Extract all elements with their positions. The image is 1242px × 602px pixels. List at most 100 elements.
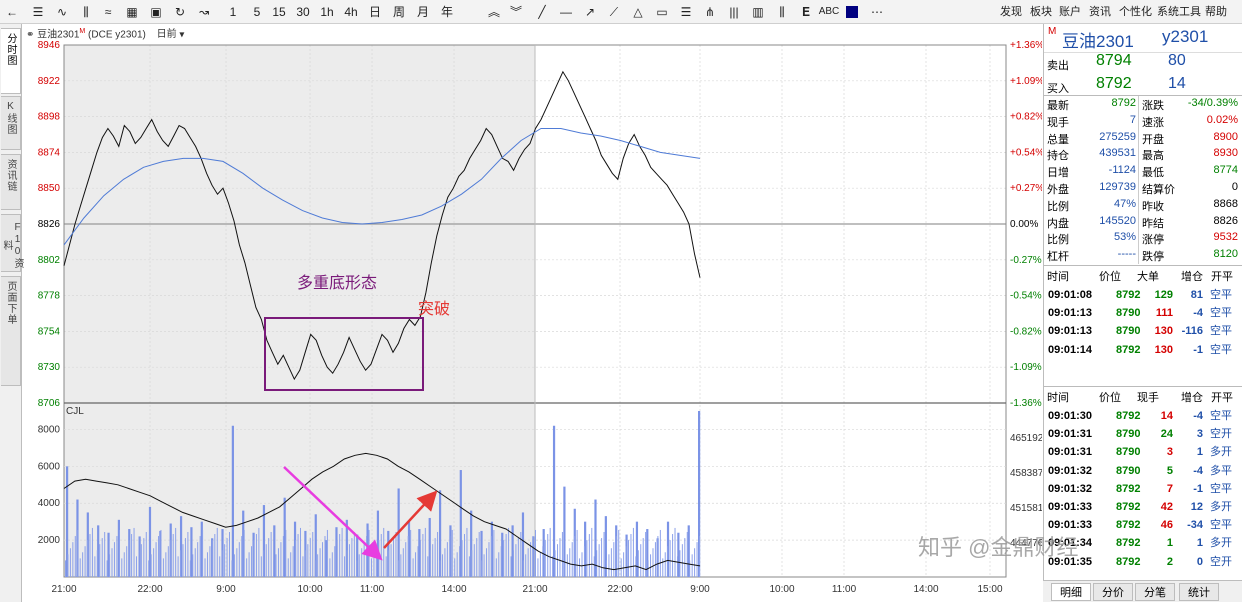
text-tool-icon[interactable]: 𝐄	[798, 3, 814, 21]
timeframe-1[interactable]: 5	[246, 3, 268, 21]
volume-bar-minor	[669, 540, 671, 577]
tick-header: 大单	[1137, 271, 1159, 283]
segment-tool-icon[interactable]: ⟋	[606, 3, 622, 21]
menu-4[interactable]: 个性化	[1119, 3, 1152, 21]
left-tab-1[interactable]: K线图	[1, 96, 21, 150]
timeframe-6[interactable]: 日	[364, 3, 386, 21]
volume-bar-minor	[566, 554, 568, 577]
menu-1[interactable]: 板块	[1030, 3, 1052, 21]
volume-bar-minor	[91, 527, 93, 577]
oi-tick-label: 451581	[1010, 503, 1042, 514]
bottom-tab-3[interactable]: 统计	[1179, 583, 1219, 601]
bars-tool-icon[interactable]: |||	[726, 3, 742, 21]
left-tab-3[interactable]: F10资料	[1, 214, 23, 272]
volume-bar-minor	[297, 534, 299, 577]
left-tab-4[interactable]: 页面下单	[1, 276, 21, 386]
volume-bar-minor	[224, 544, 226, 577]
left-tab-2[interactable]: 资讯链	[1, 154, 21, 210]
volume-bar-minor	[625, 546, 627, 577]
panel-contract-name: 豆油2301	[1062, 32, 1134, 51]
volume-bar-minor	[167, 546, 169, 577]
period-select[interactable]: 日前	[157, 29, 177, 40]
timeframe-7[interactable]: 周	[388, 3, 410, 21]
time-tick-label: 21:00	[51, 584, 76, 595]
menu-5[interactable]: 系统工具	[1157, 3, 1201, 21]
bottom-tab-0[interactable]: 明细	[1051, 583, 1091, 601]
volume-tick-label: 2000	[38, 535, 61, 546]
volume-bar-minor	[370, 558, 372, 577]
tick-price: 8790	[1116, 325, 1141, 338]
tick-row: 09:01:31 8790 3 1 多开	[1044, 443, 1242, 461]
tick-time: 09:01:32	[1048, 482, 1093, 495]
menu-2[interactable]: 账户	[1059, 3, 1081, 21]
stat-label: 跌停	[1142, 251, 1164, 264]
ray-tool-icon[interactable]: ╱	[534, 3, 550, 21]
tick-header: 价位	[1099, 271, 1121, 283]
timeframe-9[interactable]: 年	[436, 3, 458, 21]
timeframe-4[interactable]: 1h	[316, 3, 338, 21]
timeframe-0[interactable]: 1	[222, 3, 244, 21]
grid-icon[interactable]: ▦	[124, 3, 140, 21]
menu-0[interactable]: 发现	[1000, 3, 1022, 21]
menu-3[interactable]: 资讯	[1089, 3, 1111, 21]
stat-label: 昨收	[1142, 200, 1164, 213]
volume-bar-minor	[307, 544, 309, 577]
columns-tool-icon[interactable]: ▥	[750, 3, 766, 21]
volume-bar-minor	[204, 558, 206, 577]
abc-tool[interactable]: ABC	[818, 3, 840, 21]
volume-bar-minor	[588, 534, 590, 577]
left-tab-0[interactable]: 分时图	[1, 28, 21, 94]
volume-bar-minor	[358, 554, 360, 577]
stat-value: 275259	[1099, 130, 1136, 143]
timeframe-8[interactable]: 月	[412, 3, 434, 21]
channel-tool-icon[interactable]: ▭	[654, 3, 670, 21]
volume-bar-minor	[402, 548, 404, 577]
draw-icon[interactable]: ↝	[196, 3, 212, 21]
fan-tool-icon[interactable]: ⋔	[702, 3, 718, 21]
volume-bar-minor	[116, 536, 118, 577]
fib-tool-icon[interactable]: ☰	[678, 3, 694, 21]
link-icon[interactable]: ⚭	[26, 29, 34, 40]
volume-bar-minor	[299, 527, 301, 577]
timeframe-3[interactable]: 30	[292, 3, 314, 21]
volume-bar-minor	[260, 556, 262, 577]
back-icon[interactable]: ←	[4, 3, 20, 21]
chevron-down-icon[interactable]: ︾	[508, 3, 524, 21]
wave-icon[interactable]: ≈	[100, 3, 116, 21]
volume-bar-minor	[672, 534, 674, 577]
color-swatch[interactable]	[846, 6, 858, 18]
line-chart-icon[interactable]: ∿	[54, 3, 70, 21]
bars2-tool-icon[interactable]: ⫼	[774, 3, 790, 21]
tick-header: 现手	[1137, 392, 1159, 404]
arrow-tool-icon[interactable]: ↗	[582, 3, 598, 21]
menu-icon[interactable]: ☰	[30, 3, 46, 21]
hline-tool-icon[interactable]: —	[558, 3, 574, 21]
timeframe-2[interactable]: 15	[268, 3, 290, 21]
timeframe-5[interactable]: 4h	[340, 3, 362, 21]
more-icon[interactable]: ⋯	[868, 3, 886, 21]
dropdown-icon[interactable]: ▾	[179, 29, 184, 40]
volume-bar-minor	[478, 531, 480, 577]
chevron-up-icon[interactable]: ︽	[486, 3, 502, 21]
bottom-tab-2[interactable]: 分笔	[1135, 583, 1175, 601]
volume-bar-minor	[322, 542, 324, 577]
save-icon[interactable]: ▣	[148, 3, 164, 21]
refresh-icon[interactable]: ↻	[172, 3, 188, 21]
tick-header: 开平	[1211, 271, 1233, 283]
bottom-tab-1[interactable]: 分价	[1093, 583, 1133, 601]
volume-bar-minor	[96, 550, 98, 577]
volume-bar-minor	[165, 552, 167, 577]
tick-type: 空平	[1210, 519, 1232, 532]
volume-bar-minor	[106, 560, 108, 577]
stat-label: 涨跌	[1142, 100, 1164, 112]
tick-type: 空平	[1210, 410, 1232, 422]
volume-bar-minor	[241, 536, 243, 577]
volume-bar-minor	[473, 544, 475, 577]
triangle-tool-icon[interactable]: △	[630, 3, 646, 21]
intraday-chart[interactable]: 8946 +1.36% 8922 +1.09% 8898 +0.82% 8874 +0.54%…	[22, 40, 1042, 602]
time-tick-label: 11:00	[832, 584, 857, 595]
menu-6[interactable]: 帮助	[1205, 3, 1227, 21]
volume-bar-minor	[277, 548, 279, 577]
candle-icon[interactable]: ⫼	[78, 3, 94, 21]
volume-label: CJL	[66, 406, 84, 417]
